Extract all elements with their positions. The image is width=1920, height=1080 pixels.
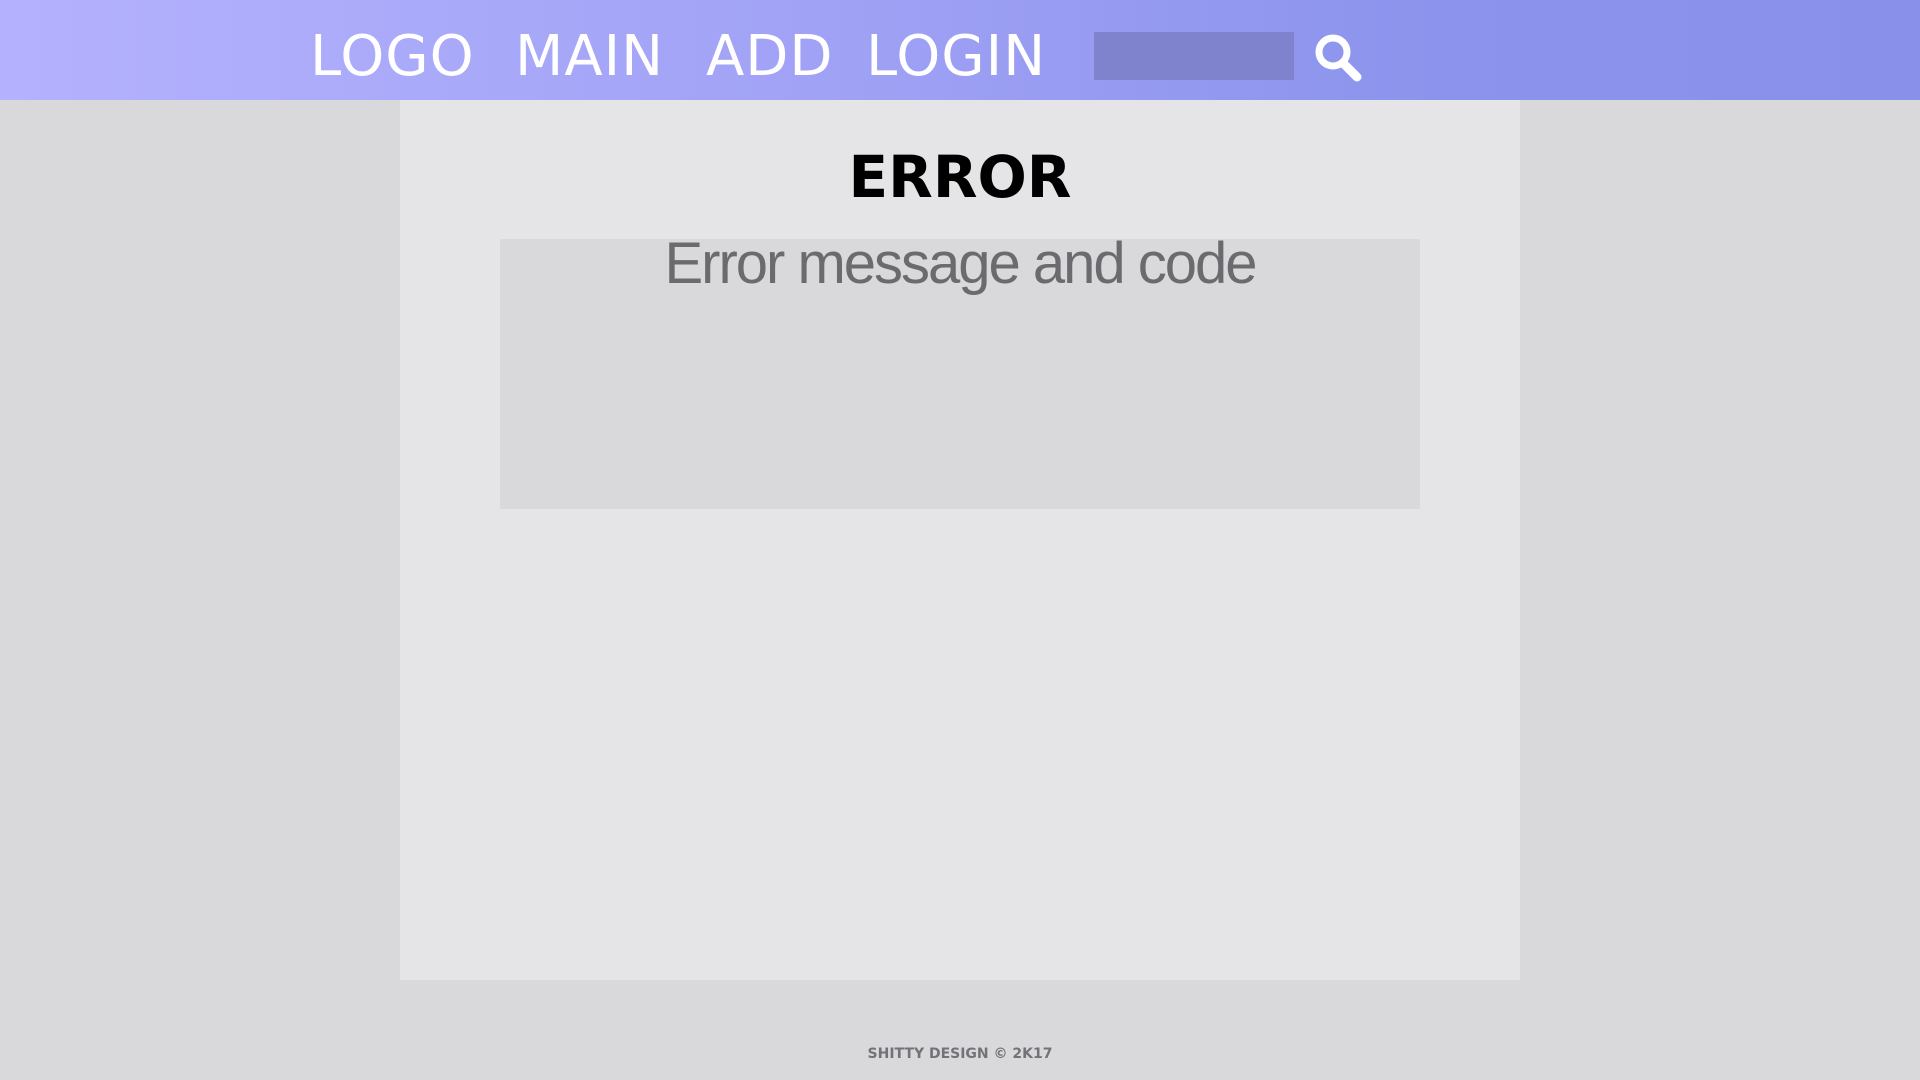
search-button[interactable] <box>1310 30 1366 86</box>
nav-link-add[interactable]: ADD <box>706 22 834 92</box>
page-title: ERROR <box>848 143 1072 211</box>
search-input[interactable] <box>1094 32 1294 80</box>
search-icon <box>1315 34 1362 82</box>
error-box: Error message and code <box>500 231 1420 509</box>
logo-link[interactable]: LOGO <box>310 22 475 92</box>
main-content-panel: ERROR Error message and code <box>400 100 1520 980</box>
top-navbar: LOGO MAIN ADD LOGIN <box>0 0 1920 100</box>
error-message: Error message and code <box>664 231 1257 296</box>
nav-link-login[interactable]: LOGIN <box>866 22 1046 92</box>
footer-text: SHITTY DESIGN © 2K17 <box>867 1046 1053 1062</box>
nav-link-main[interactable]: MAIN <box>515 22 664 92</box>
